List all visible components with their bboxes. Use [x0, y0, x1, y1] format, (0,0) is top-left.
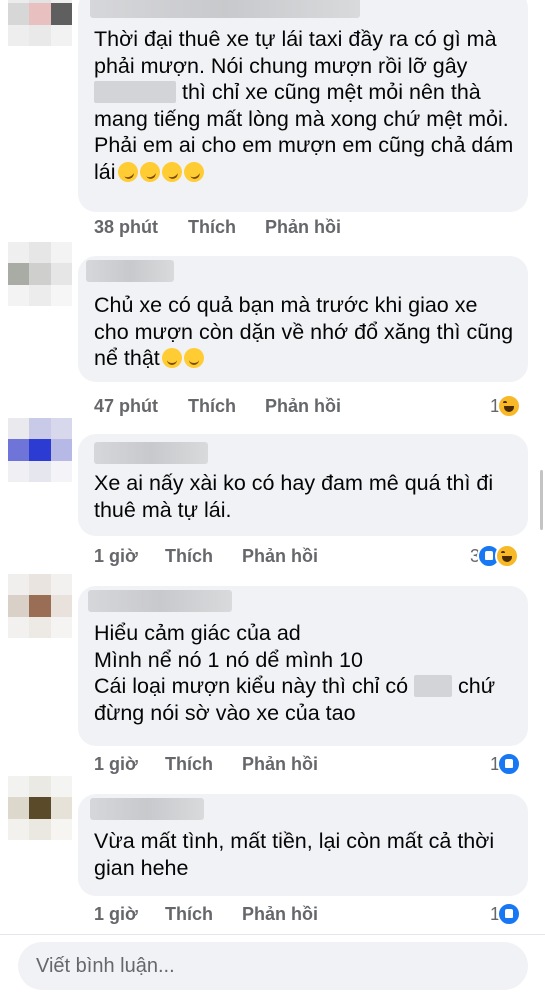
- rofl-emoji-icon: [158, 158, 185, 185]
- comment-text: Hiểu cảm giác của ad Mình nể nó 1 nó dể …: [94, 621, 496, 725]
- reaction-summary[interactable]: 1: [490, 751, 522, 777]
- rofl-emoji-icon: [180, 158, 207, 185]
- comment-bubble: Xe ai nấy xài ko có hay đam mê quá thì đ…: [78, 434, 528, 536]
- avatar[interactable]: [8, 242, 72, 306]
- avatar[interactable]: [8, 0, 72, 46]
- reply-link[interactable]: Phản hồi: [242, 546, 318, 567]
- reaction-summary[interactable]: 1: [490, 393, 522, 419]
- comment-time[interactable]: 1 giờ: [94, 904, 138, 925]
- comment-time[interactable]: 47 phút: [94, 396, 158, 417]
- like-icon: [497, 902, 522, 926]
- author-name-redacted[interactable]: [88, 590, 232, 612]
- comment-text: Xe ai nấy xài ko có hay đam mê quá thì đ…: [94, 471, 500, 522]
- like-link[interactable]: Thích: [165, 904, 213, 925]
- comment-bubble: Chủ xe có quả bạn mà trước khi giao xe c…: [78, 256, 528, 382]
- comment-time[interactable]: 1 giờ: [94, 546, 138, 567]
- rofl-emoji-icon: [136, 158, 163, 185]
- avatar[interactable]: [8, 776, 72, 840]
- haha-icon: [495, 544, 520, 568]
- comment-time[interactable]: 38 phút: [94, 217, 158, 238]
- smiling-emoji-icon: [161, 348, 182, 368]
- author-name-redacted[interactable]: [90, 798, 204, 820]
- comment-input[interactable]: [34, 953, 512, 979]
- avatar[interactable]: [8, 574, 72, 638]
- comment-composer[interactable]: [18, 942, 528, 990]
- redacted-word: [94, 81, 176, 103]
- reaction-summary[interactable]: 1: [490, 901, 522, 927]
- haha-icon: [497, 394, 522, 418]
- reply-link[interactable]: Phản hồi: [265, 396, 341, 417]
- author-name-redacted[interactable]: [90, 0, 360, 18]
- author-name-redacted[interactable]: [86, 260, 174, 282]
- author-name-redacted[interactable]: [94, 442, 208, 464]
- reaction-summary[interactable]: 3: [470, 543, 520, 569]
- comment-text: Chủ xe có quả bạn mà trước khi giao xe c…: [94, 293, 520, 370]
- like-icon: [497, 752, 522, 776]
- like-link[interactable]: Thích: [188, 217, 236, 238]
- like-link[interactable]: Thích: [188, 396, 236, 417]
- reply-link[interactable]: Phản hồi: [242, 754, 318, 775]
- redacted-word: [414, 675, 453, 697]
- comment-bubble: Thời đại thuê xe tự lái taxi đầy ra có g…: [78, 0, 528, 212]
- like-link[interactable]: Thích: [165, 754, 213, 775]
- divider: [0, 934, 545, 935]
- comment-text: Vừa mất tình, mất tiền, lại còn mất cả t…: [94, 829, 501, 880]
- scrollbar[interactable]: [540, 470, 543, 530]
- reply-link[interactable]: Phản hồi: [265, 217, 341, 238]
- like-link[interactable]: Thích: [165, 546, 213, 567]
- comment-bubble: Vừa mất tình, mất tiền, lại còn mất cả t…: [78, 794, 528, 896]
- comment-time[interactable]: 1 giờ: [94, 754, 138, 775]
- rofl-emoji-icon: [114, 158, 141, 185]
- smiling-emoji-icon: [183, 348, 204, 368]
- comment-text: Thời đại thuê xe tự lái taxi đầy ra có g…: [94, 27, 520, 185]
- comment-bubble: Hiểu cảm giác của ad Mình nể nó 1 nó dể …: [78, 586, 528, 746]
- avatar[interactable]: [8, 418, 72, 482]
- reply-link[interactable]: Phản hồi: [242, 904, 318, 925]
